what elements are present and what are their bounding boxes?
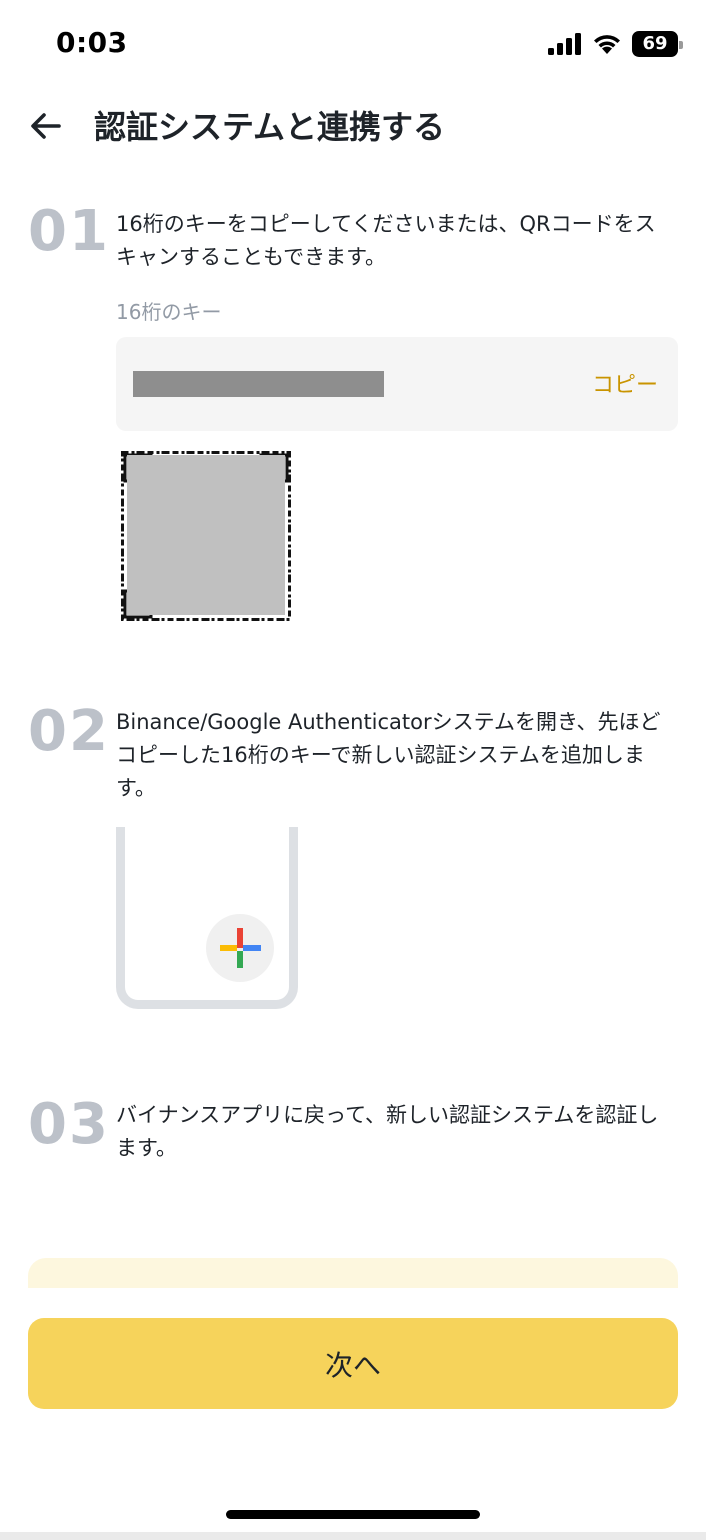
battery-icon: 69 (632, 31, 683, 57)
step-description: Binance/Google Authenticatorシステムを開き、先ほどコ… (116, 710, 661, 800)
qr-code (121, 451, 291, 621)
battery-level: 69 (642, 33, 668, 54)
qr-redacted (127, 455, 285, 615)
page-title: 認証システムと連携する (94, 108, 446, 146)
signal-icon (548, 33, 581, 55)
step-number: 03 (28, 1092, 110, 1157)
bottom-divider (0, 1532, 706, 1540)
back-button[interactable] (26, 106, 66, 146)
step-number: 02 (28, 699, 110, 764)
key-label: 16桁のキー (116, 300, 222, 324)
add-icon (206, 914, 274, 982)
status-icons: 69 (548, 30, 683, 58)
copy-button[interactable]: コピー (592, 367, 658, 399)
step-number: 01 (28, 199, 110, 264)
next-button[interactable]: 次へ (28, 1318, 678, 1409)
arrow-left-icon (31, 113, 61, 139)
key-value-redacted (133, 371, 384, 397)
wifi-icon (594, 35, 620, 54)
home-indicator[interactable] (226, 1510, 480, 1519)
header: 認証システムと連携する (0, 96, 706, 156)
step-description: バイナンスアプリに戻って、新しい認証システムを認証します。 (116, 1103, 659, 1160)
key-field: コピー (116, 337, 678, 431)
status-time: 0:03 (56, 26, 128, 59)
step-description: 16桁のキーをコピーしてくださいまたは、QRコードをスキャンすることもできます。 (116, 212, 656, 269)
status-bar: 0:03 69 (0, 0, 706, 90)
